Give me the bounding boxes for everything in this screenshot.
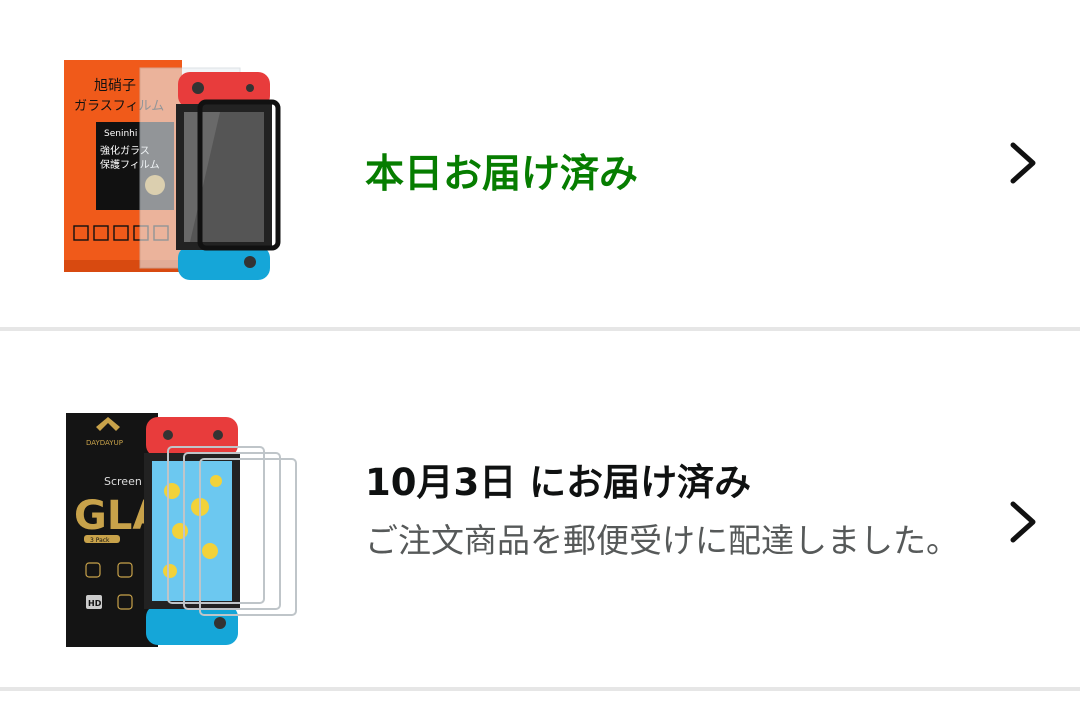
package-text: 旭硝子 [94,78,136,94]
package-text: Seninhi [104,129,137,139]
delivery-status: 10月3日 にお届け済み [365,461,752,504]
product-thumbnail: 旭硝子 ガラスフィルム Seninhi 強化ガラス 保護フィルム [64,60,281,280]
delivery-detail: ご注文商品を郵便受けに配達しました。 [365,521,959,560]
package-text: 3 Pack [90,537,110,544]
product-thumbnail: DAYDAYUP Screen P GLA 3 Pack HD [66,413,297,647]
order-row[interactable]: 旭硝子 ガラスフィルム Seninhi 強化ガラス 保護フィルム 本日お届け済み [0,0,1080,327]
chevron-right-icon[interactable] [1005,139,1041,187]
chevron-right-icon[interactable] [1005,498,1041,546]
package-text: HD [88,599,102,608]
package-text: DAYDAYUP [86,439,123,447]
divider [0,687,1080,691]
delivery-status: 本日お届け済み [365,152,639,197]
order-row[interactable]: DAYDAYUP Screen P GLA 3 Pack HD 10月3日 にお… [0,331,1080,687]
